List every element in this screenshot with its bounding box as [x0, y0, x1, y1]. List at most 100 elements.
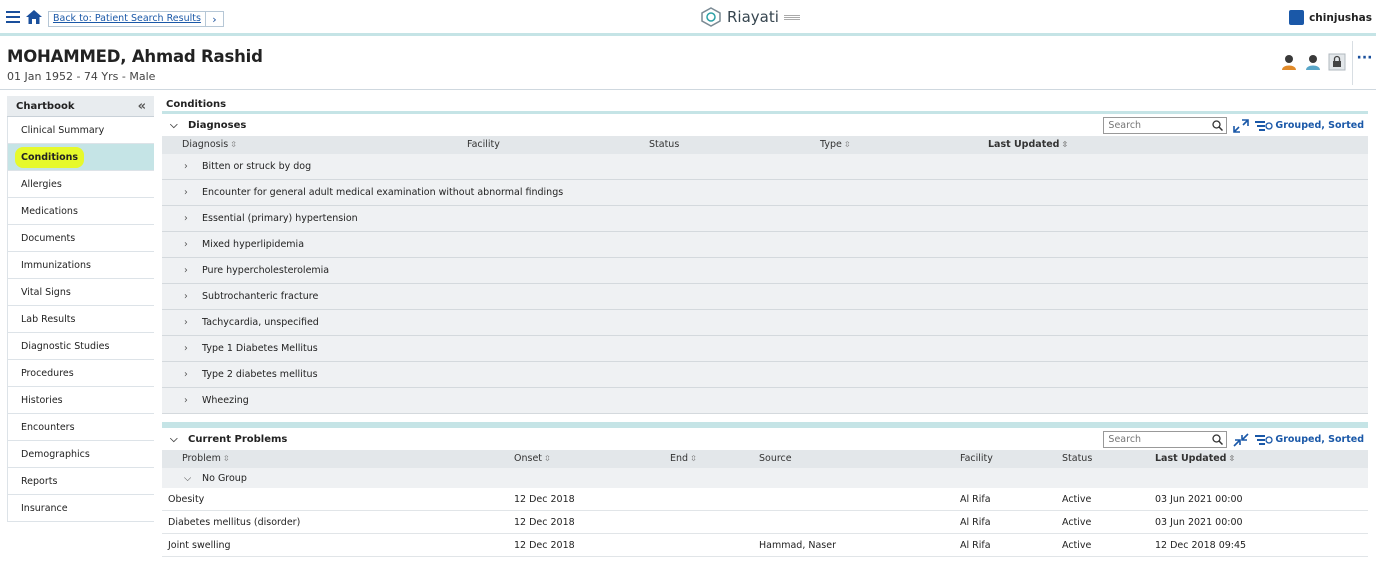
- sort-icon[interactable]: ⇳: [844, 140, 851, 149]
- column-status[interactable]: Status: [1062, 453, 1092, 464]
- chevron-right-icon[interactable]: ›: [184, 213, 194, 224]
- sidebar-item-allergies[interactable]: Allergies: [7, 171, 154, 198]
- chevron-right-icon[interactable]: ›: [184, 239, 194, 250]
- diagnosis-row[interactable]: › Tachycardia, unspecified: [162, 310, 1368, 336]
- column-type[interactable]: Type ⇳: [820, 139, 851, 150]
- chevron-right-icon[interactable]: ›: [184, 265, 194, 276]
- sidebar-item-clinical-summary[interactable]: Clinical Summary: [7, 117, 154, 144]
- problems-tools: Grouped, Sorted: [1103, 431, 1364, 448]
- chevron-down-icon[interactable]: ⌵: [170, 434, 182, 445]
- diagnosis-row[interactable]: › Pure hypercholesterolemia: [162, 258, 1368, 284]
- brand-name: Riayati: [727, 8, 779, 26]
- diagnosis-row[interactable]: › Type 2 diabetes mellitus: [162, 362, 1368, 388]
- lock-icon[interactable]: [1328, 53, 1346, 71]
- chevron-right-icon[interactable]: ›: [184, 343, 194, 354]
- sidebar-item-diagnostic-studies[interactable]: Diagnostic Studies: [7, 333, 154, 360]
- chevron-right-icon[interactable]: ›: [184, 395, 194, 406]
- column-source[interactable]: Source: [759, 453, 792, 464]
- column-status[interactable]: Status: [649, 139, 679, 150]
- sidebar-item-documents[interactable]: Documents: [7, 225, 154, 252]
- sort-icon[interactable]: ⇳: [690, 454, 697, 463]
- grouped-sorted-button[interactable]: Grouped, Sorted: [1255, 120, 1364, 132]
- sidebar-item-procedures[interactable]: Procedures: [7, 360, 154, 387]
- column-facility[interactable]: Facility: [467, 139, 500, 150]
- column-end[interactable]: End ⇳: [670, 453, 697, 464]
- diagnosis-row[interactable]: › Type 1 Diabetes Mellitus: [162, 336, 1368, 362]
- user-menu[interactable]: chinjushas: [1289, 10, 1372, 25]
- diagnosis-row[interactable]: › Bitten or struck by dog: [162, 154, 1368, 180]
- problems-section-header[interactable]: ⌵ Current Problems Grouped, Sorted: [162, 428, 1368, 450]
- sidebar-item-label: Reports: [21, 475, 58, 487]
- chevron-right-icon[interactable]: ›: [184, 161, 194, 172]
- username: chinjushas: [1309, 11, 1372, 24]
- chevron-right-icon[interactable]: ›: [184, 291, 194, 302]
- problem-onset: 12 Dec 2018: [514, 517, 575, 528]
- collapse-sidebar-icon[interactable]: «: [138, 99, 146, 114]
- column-problem[interactable]: Problem ⇳: [182, 453, 230, 464]
- search-icon[interactable]: [1212, 120, 1224, 131]
- sort-icon[interactable]: ⇳: [1061, 140, 1068, 149]
- sidebar-item-immunizations[interactable]: Immunizations: [7, 252, 154, 279]
- sidebar-item-vital-signs[interactable]: Vital Signs: [7, 279, 154, 306]
- column-facility[interactable]: Facility: [960, 453, 993, 464]
- sidebar-item-label: Clinical Summary: [21, 124, 105, 136]
- provider-icon[interactable]: [1304, 53, 1322, 71]
- chevron-right-icon[interactable]: ›: [184, 369, 194, 380]
- hamburger-menu-icon[interactable]: [6, 11, 20, 23]
- search-icon[interactable]: [1212, 434, 1224, 445]
- patient-demographics: 01 Jan 1952 - 74 Yrs - Male: [7, 70, 156, 83]
- sidebar-item-demographics[interactable]: Demographics: [7, 441, 154, 468]
- sidebar-item-conditions[interactable]: Conditions: [7, 144, 154, 171]
- grouped-sorted-label: Grouped, Sorted: [1275, 434, 1364, 445]
- chevron-down-icon[interactable]: ⌵: [184, 473, 194, 484]
- column-label: Onset: [514, 453, 543, 464]
- sidebar-item-lab-results[interactable]: Lab Results: [7, 306, 154, 333]
- expand-icon[interactable]: [1233, 118, 1250, 133]
- sort-icon[interactable]: ⇳: [223, 454, 230, 463]
- column-last-updated[interactable]: Last Updated ⇳: [988, 139, 1068, 150]
- collapse-icon[interactable]: [1233, 432, 1249, 447]
- brand-logo: Riayati: [700, 7, 800, 27]
- more-options-icon[interactable]: ···: [1352, 41, 1376, 85]
- diagnosis-row[interactable]: › Mixed hyperlipidemia: [162, 232, 1368, 258]
- problem-row[interactable]: Diabetes mellitus (disorder) 12 Dec 2018…: [162, 511, 1368, 534]
- column-onset[interactable]: Onset ⇳: [514, 453, 551, 464]
- back-to-search-link[interactable]: Back to: Patient Search Results: [49, 12, 205, 26]
- diagnosis-row[interactable]: › Essential (primary) hypertension: [162, 206, 1368, 232]
- column-label: Last Updated: [988, 139, 1060, 150]
- home-icon[interactable]: [26, 10, 42, 24]
- care-team-icon[interactable]: [1280, 53, 1298, 71]
- column-last-updated[interactable]: Last Updated ⇳: [1155, 453, 1235, 464]
- diagnosis-name: Pure hypercholesterolemia: [202, 265, 330, 276]
- sidebar-item-histories[interactable]: Histories: [7, 387, 154, 414]
- sidebar-item-label: Histories: [21, 394, 63, 406]
- column-diagnosis[interactable]: Diagnosis ⇳: [182, 139, 237, 150]
- sort-icon[interactable]: ⇳: [544, 454, 551, 463]
- sidebar-item-insurance[interactable]: Insurance: [7, 495, 154, 522]
- sidebar-item-reports[interactable]: Reports: [7, 468, 154, 495]
- chevron-down-icon[interactable]: ⌵: [170, 120, 182, 131]
- diagnosis-row[interactable]: › Encounter for general adult medical exa…: [162, 180, 1368, 206]
- problem-row[interactable]: Obesity 12 Dec 2018 Al Rifa Active 03 Ju…: [162, 488, 1368, 511]
- diagnoses-section-header[interactable]: ⌵ Diagnoses Grouped, Sorted: [162, 114, 1368, 136]
- grouped-sorted-button[interactable]: Grouped, Sorted: [1255, 434, 1364, 446]
- sidebar-item-medications[interactable]: Medications: [7, 198, 154, 225]
- problem-last-updated: 03 Jun 2021 00:00: [1155, 494, 1243, 505]
- sidebar-item-encounters[interactable]: Encounters: [7, 414, 154, 441]
- diagnosis-row[interactable]: › Subtrochanteric fracture: [162, 284, 1368, 310]
- problem-name: Diabetes mellitus (disorder): [168, 517, 301, 528]
- chevron-right-icon[interactable]: ›: [184, 187, 194, 198]
- sort-icon[interactable]: ⇳: [230, 140, 237, 149]
- group-row[interactable]: ⌵ No Group: [162, 468, 1368, 488]
- diagnosis-row[interactable]: › Wheezing: [162, 388, 1368, 414]
- chevron-right-icon[interactable]: ›: [184, 317, 194, 328]
- problem-row[interactable]: Joint swelling 12 Dec 2018 Hammad, Naser…: [162, 534, 1368, 557]
- diagnosis-name: Mixed hyperlipidemia: [202, 239, 305, 250]
- diagnoses-search-input[interactable]: [1104, 118, 1205, 133]
- problem-last-updated: 03 Jun 2021 00:00: [1155, 517, 1243, 528]
- sidebar-item-label: Allergies: [21, 178, 62, 190]
- chevron-right-icon[interactable]: ›: [204, 11, 223, 27]
- sort-icon[interactable]: ⇳: [1228, 454, 1235, 463]
- problem-status: Active: [1062, 540, 1092, 551]
- problems-search-input[interactable]: [1104, 432, 1205, 447]
